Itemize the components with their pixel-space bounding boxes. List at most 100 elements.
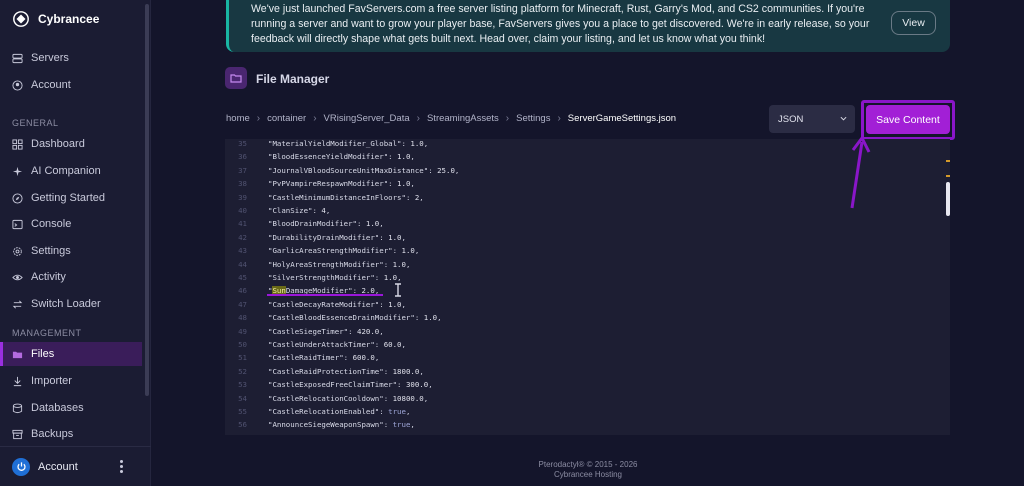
sidebar-item-backups[interactable]: Backups	[0, 422, 142, 446]
sidebar-item-label: Settings	[31, 245, 71, 257]
sidebar-item-dashboard[interactable]: Dashboard	[0, 132, 142, 156]
code-value: true	[384, 434, 402, 435]
format-select[interactable]: JSON	[769, 105, 855, 133]
code-line[interactable]: 47 "CastleDecayRateModifier": 1.0,	[225, 298, 945, 311]
code-line[interactable]: 56 "AnnounceSiegeWeaponSpawn": true,	[225, 418, 945, 431]
code-text: "ShowSiegeWeaponMapIcon": true,	[268, 432, 406, 435]
code-line[interactable]: 42 "DurabilityDrainModifier": 1.0,	[225, 231, 945, 244]
sidebar-item-account[interactable]: Account	[0, 73, 142, 97]
terminal-icon	[12, 219, 23, 229]
chevron-right-icon: ›	[256, 113, 261, 124]
sidebar-item-databases[interactable]: Databases	[0, 396, 142, 420]
code-value: true	[392, 420, 411, 430]
database-icon	[12, 403, 23, 413]
code-text: "JournalVBloodSourceUnitMaxDistance": 25…	[268, 165, 460, 175]
code-line[interactable]: 52 "CastleRaidProtectionTime": 1800.0,	[225, 365, 945, 378]
code-editor[interactable]: 35 "MaterialYieldModifier_Global": 1.0, 36…	[225, 139, 950, 435]
code-line[interactable]: 51 "CastleRaidTimer": 600.0,	[225, 351, 945, 364]
line-number: 35	[238, 139, 247, 148]
line-number: 56	[238, 420, 247, 430]
kebab-menu-icon[interactable]	[120, 460, 123, 473]
chevron-right-icon: ›	[505, 113, 510, 124]
code-text: "DurabilityDrainModifier": 1.0,	[268, 232, 406, 242]
sidebar-item-servers[interactable]: Servers	[0, 46, 142, 70]
brand[interactable]: Cybrancee	[12, 10, 99, 28]
code-value: 1.0	[410, 139, 424, 148]
brand-name: Cybrancee	[38, 12, 100, 26]
code-key: "MaterialYieldModifier_Global"	[268, 139, 402, 148]
annotation-arrow-icon	[850, 136, 871, 209]
footer-copyright: Pterodactyl® © 2015 - 2026	[538, 460, 638, 469]
sidebar-scrollbar[interactable]	[145, 4, 149, 396]
sidebar-item-label: Account	[31, 79, 71, 91]
breadcrumb-item[interactable]: VRisingServer_Data	[324, 113, 410, 124]
sidebar-item-label: Servers	[31, 52, 69, 64]
code-line[interactable]: 40 "ClanSize": 4,	[225, 204, 945, 217]
line-number: 48	[238, 313, 247, 323]
sidebar-item-ai-companion[interactable]: AI Companion	[0, 159, 142, 183]
code-key: "BloodEssenceYieldModifier"	[268, 152, 389, 162]
sidebar-item-console[interactable]: Console	[0, 212, 142, 236]
code-key: "AnnounceSiegeWeaponSpawn"	[268, 420, 384, 430]
code-line[interactable]: 44 "HolyAreaStrengthModifier": 1.0,	[225, 258, 945, 271]
code-key: "CastleSiegeTimer"	[268, 326, 349, 336]
announcement-text: We've just launched FavServers.com a fre…	[251, 3, 870, 45]
code-line[interactable]: 36 "BloodEssenceYieldModifier": 1.0,	[225, 150, 945, 163]
section-label-management: MANAGEMENT	[12, 328, 82, 338]
announcement-banner: We've just launched FavServers.com a fre…	[226, 0, 950, 52]
editor-scrollbar[interactable]	[946, 182, 950, 216]
account-footer[interactable]: Account	[0, 446, 151, 486]
breadcrumb-item[interactable]: Settings	[516, 113, 550, 124]
code-key: "CastleBloodEssenceDrainModifier"	[268, 313, 415, 323]
code-line[interactable]: 38 "PvPVampireRespawnModifier": 1.0,	[225, 177, 945, 190]
sidebar-item-switch-loader[interactable]: Switch Loader	[0, 292, 142, 316]
code-line[interactable]: 50 "CastleUnderAttackTimer": 60.0,	[225, 338, 945, 351]
download-icon	[13, 376, 22, 386]
code-text: "ClanSize": 4,	[268, 206, 331, 215]
save-content-button[interactable]: Save Content	[866, 105, 950, 134]
code-line[interactable]: 43 "GarlicAreaStrengthModifier": 1.0,	[225, 244, 945, 257]
sidebar-item-activity[interactable]: Activity	[0, 265, 142, 289]
chevron-right-icon: ›	[557, 113, 561, 124]
code-line[interactable]: 41 "BloodDrainModifier": 1.0,	[225, 217, 945, 230]
annotation-underline	[267, 294, 383, 296]
view-button[interactable]: View	[891, 11, 936, 35]
code-line[interactable]: 54 "CastleRelocationCooldown": 10800.0,	[225, 392, 945, 405]
code-line[interactable]: 39 "CastleMinimumDistanceInFloors": 2,	[225, 191, 945, 204]
account-footer-label: Account	[38, 460, 78, 473]
sidebar-item-label: Console	[31, 218, 72, 230]
code-value: 25.0	[437, 165, 455, 175]
sidebar-item-label: AI Companion	[31, 165, 101, 177]
sidebar-item-importer[interactable]: Importer	[0, 369, 142, 393]
code-line[interactable]: 45 "SilverStrengthModifier": 1.0,	[225, 271, 945, 284]
chevron-down-icon	[840, 116, 847, 121]
sidebar-item-settings[interactable]: Settings	[0, 239, 142, 263]
avatar	[12, 457, 30, 476]
code-line[interactable]: 53 "CastleExposedFreeClaimTimer": 300.0,	[225, 378, 945, 391]
code-line[interactable]: 37 "JournalVBloodSourceUnitMaxDistance": …	[225, 164, 945, 177]
sidebar-item-label: Files	[31, 348, 55, 360]
line-number: 45	[238, 273, 247, 282]
eye-icon	[12, 274, 23, 280]
code-key: "BloodDrainModifier"	[268, 219, 357, 229]
code-line[interactable]: 55 "CastleRelocationEnabled": true,	[225, 405, 945, 418]
code-line[interactable]: 35 "MaterialYieldModifier_Global": 1.0,	[225, 139, 945, 150]
line-number: 46	[238, 286, 247, 296]
line-number: 44	[238, 259, 247, 269]
breadcrumb-item[interactable]: container	[267, 113, 306, 124]
code-line[interactable]: 57 "ShowSiegeWeaponMapIcon": true,	[225, 432, 945, 435]
code-value: 1.0	[365, 219, 380, 229]
breadcrumb-item[interactable]: StreamingAssets	[427, 113, 499, 124]
code-text: "CastleExposedFreeClaimTimer": 300.0,	[268, 380, 433, 390]
sidebar-item-getting-started[interactable]: Getting Started	[0, 186, 142, 210]
code-line[interactable]: 49 "CastleSiegeTimer": 420.0,	[225, 325, 945, 338]
code-value: 4	[321, 206, 326, 215]
sidebar-item-files[interactable]: Files	[0, 342, 142, 366]
code-value: 1.0	[388, 299, 402, 309]
line-number: 50	[238, 340, 247, 349]
breadcrumb-item[interactable]: home	[226, 113, 250, 124]
scrollbar-marker	[946, 175, 950, 177]
code-key: "ClanSize"	[268, 206, 313, 215]
sidebar-item-label: Dashboard	[31, 138, 85, 150]
code-line[interactable]: 48 "CastleBloodEssenceDrainModifier": 1.0…	[225, 311, 945, 324]
